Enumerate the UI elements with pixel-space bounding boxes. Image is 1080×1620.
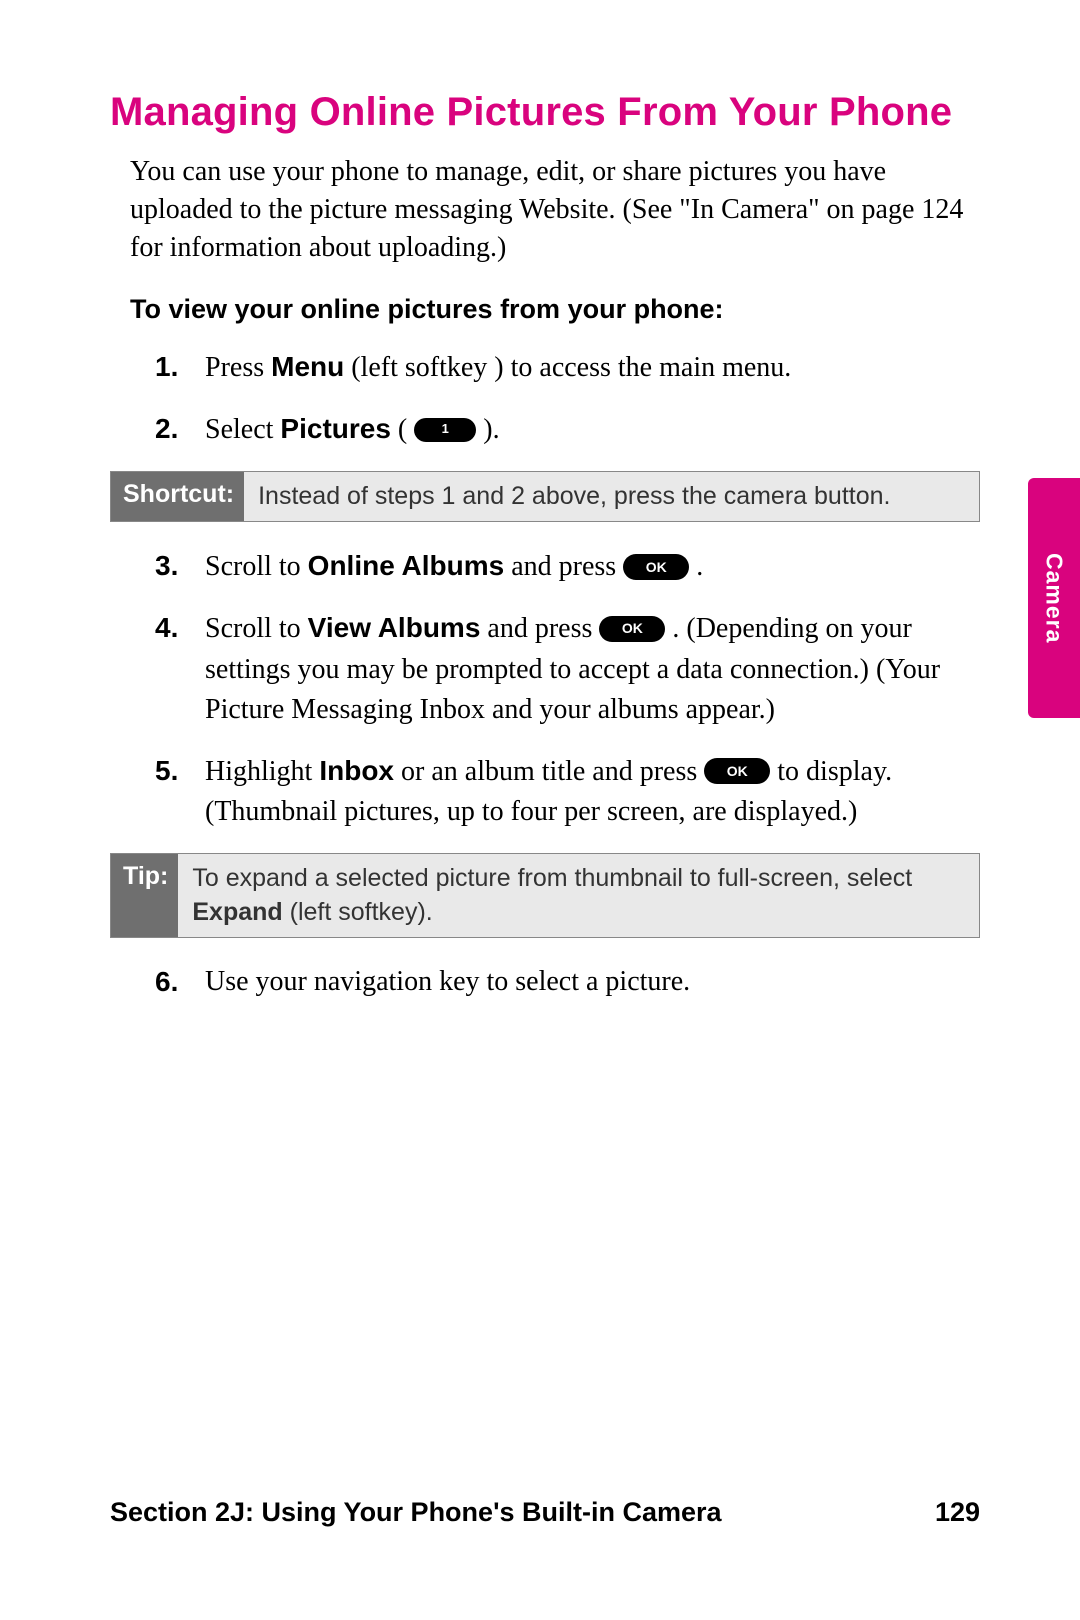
step-body: Highlight Inbox or an album title and pr… <box>205 751 980 833</box>
footer-page-number: 129 <box>935 1497 980 1528</box>
step-3: 3. Scroll to Online Albums and press OK … <box>155 546 980 588</box>
steps-list-final: 6. Use your navigation key to select a p… <box>155 962 980 1003</box>
step-body: Select Pictures ( 1 ). <box>205 409 980 451</box>
step-1: 1. Press Menu (left softkey ) to access … <box>155 347 980 389</box>
shortcut-callout: Shortcut: Instead of steps 1 and 2 above… <box>110 471 980 523</box>
key-pill-ok: OK <box>599 616 665 642</box>
tip-callout: Tip: To expand a selected picture from t… <box>110 853 980 939</box>
step-number: 3. <box>155 546 205 588</box>
side-tab-camera: Camera <box>1028 478 1080 718</box>
step-4: 4. Scroll to View Albums and press OK . … <box>155 608 980 731</box>
key-pill-ok: OK <box>704 758 770 784</box>
footer-section: Section 2J: Using Your Phone's Built-in … <box>110 1497 722 1528</box>
page-title: Managing Online Pictures From Your Phone <box>110 90 980 135</box>
steps-list-continued: 3. Scroll to Online Albums and press OK … <box>155 546 980 833</box>
step-number: 2. <box>155 409 205 451</box>
step-body: Press Menu (left softkey ) to access the… <box>205 347 980 389</box>
step-body: Scroll to View Albums and press OK . (De… <box>205 608 980 731</box>
callout-text: Instead of steps 1 and 2 above, press th… <box>244 472 979 522</box>
intro-paragraph: You can use your phone to manage, edit, … <box>130 153 980 266</box>
page-content: Managing Online Pictures From Your Phone… <box>0 0 1080 1003</box>
step-number: 6. <box>155 962 205 1003</box>
page-footer: Section 2J: Using Your Phone's Built-in … <box>110 1497 980 1528</box>
key-pill-ok: OK <box>623 554 689 580</box>
step-2: 2. Select Pictures ( 1 ). <box>155 409 980 451</box>
steps-list: 1. Press Menu (left softkey ) to access … <box>155 347 980 450</box>
callout-label: Tip: <box>111 854 178 938</box>
procedure-heading: To view your online pictures from your p… <box>130 294 980 325</box>
callout-label: Shortcut: <box>111 472 244 522</box>
callout-text: To expand a selected picture from thumbn… <box>178 854 979 938</box>
step-body: Scroll to Online Albums and press OK . <box>205 546 980 588</box>
step-number: 5. <box>155 751 205 833</box>
step-number: 4. <box>155 608 205 731</box>
step-6: 6. Use your navigation key to select a p… <box>155 962 980 1003</box>
step-number: 1. <box>155 347 205 389</box>
step-5: 5. Highlight Inbox or an album title and… <box>155 751 980 833</box>
key-pill-1: 1 <box>414 418 476 442</box>
step-body: Use your navigation key to select a pict… <box>205 962 980 1003</box>
